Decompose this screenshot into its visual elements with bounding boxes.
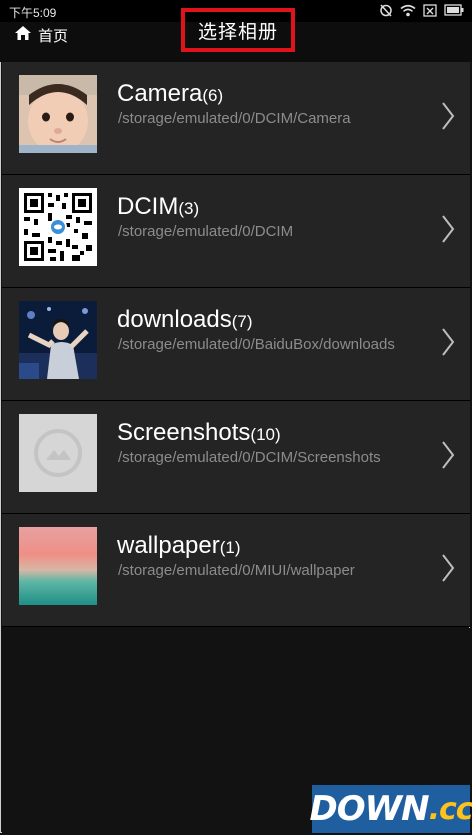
- app-header: 首页 选择相册: [0, 8, 472, 62]
- album-row-camera[interactable]: Camera(6) /storage/emulated/0/DCIM/Camer…: [2, 62, 470, 175]
- wifi-icon: [400, 4, 416, 17]
- album-thumbnail: [19, 527, 97, 605]
- status-icons: [379, 3, 464, 17]
- album-row-downloads[interactable]: downloads(7) /storage/emulated/0/BaiduBo…: [2, 288, 470, 401]
- album-thumbnail: [19, 75, 97, 153]
- album-path: /storage/emulated/0/BaiduBox/downloads: [118, 336, 395, 353]
- chevron-right-icon: [440, 213, 456, 250]
- album-name: DCIM(3): [117, 193, 200, 220]
- chevron-right-icon: [440, 100, 456, 137]
- album-thumbnail: [19, 414, 97, 492]
- album-path: /storage/emulated/0/DCIM: [118, 223, 294, 240]
- album-count: (7): [231, 312, 253, 331]
- chevron-right-icon: [440, 439, 456, 476]
- back-home-button[interactable]: 首页: [14, 22, 68, 48]
- sim-icon: [423, 3, 437, 17]
- album-count: (3): [178, 199, 200, 218]
- album-path: /storage/emulated/0/MIUI/wallpaper: [118, 562, 355, 579]
- album-thumbnail: [19, 301, 97, 379]
- album-name: Camera(6): [117, 80, 224, 107]
- chevron-right-icon: [440, 552, 456, 589]
- album-thumbnail: [19, 188, 97, 266]
- album-count: (1): [219, 538, 241, 557]
- album-name: wallpaper(1): [117, 532, 241, 559]
- album-count: (6): [202, 86, 224, 105]
- album-row-wallpaper[interactable]: wallpaper(1) /storage/emulated/0/MIUI/wa…: [2, 514, 470, 627]
- album-count: (10): [250, 425, 281, 444]
- watermark-logo: DOWN .cc: [309, 785, 472, 833]
- album-row-screenshots[interactable]: Screenshots(10) /storage/emulated/0/DCIM…: [2, 401, 470, 514]
- page-title: 选择相册: [181, 8, 295, 52]
- back-label: 首页: [38, 27, 69, 45]
- chevron-right-icon: [440, 326, 456, 363]
- alarm-off-icon: [379, 3, 393, 17]
- album-list: Camera(6) /storage/emulated/0/DCIM/Camer…: [2, 62, 470, 627]
- status-time: 下午5:09: [9, 6, 57, 20]
- battery-icon: [444, 4, 464, 16]
- album-path: /storage/emulated/0/DCIM/Screenshots: [118, 449, 381, 466]
- album-name: Screenshots(10): [117, 419, 281, 446]
- album-path: /storage/emulated/0/DCIM/Camera: [118, 110, 351, 127]
- home-icon: [14, 25, 32, 45]
- album-row-dcim[interactable]: DCIM(3) /storage/emulated/0/DCIM: [2, 175, 470, 288]
- album-name: downloads(7): [117, 306, 253, 333]
